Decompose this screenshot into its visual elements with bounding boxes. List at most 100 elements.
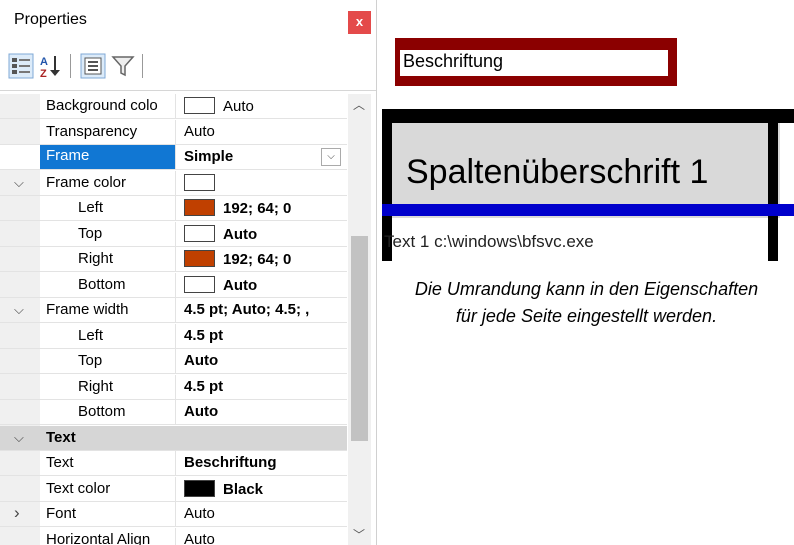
color-swatch (184, 97, 215, 114)
property-row[interactable]: Left 192; 64; 0 (0, 196, 347, 221)
property-row[interactable]: Left 4.5 pt (0, 323, 347, 349)
property-value-text: Auto (223, 276, 258, 294)
property-row[interactable]: ⌵ Frame width 4.5 pt; Auto; 4.5; , (0, 298, 347, 323)
property-value-text: Auto (184, 530, 215, 545)
column-divider (175, 170, 176, 196)
panel-titlebar: Properties x (0, 0, 376, 44)
property-pages-icon[interactable] (80, 53, 106, 79)
property-grid: Background colo Auto Transparency Auto Frame… (0, 94, 376, 545)
properties-panel: Properties x A Z Background colo Auto Tr… (0, 0, 377, 545)
column-divider (175, 476, 176, 502)
property-value[interactable]: 192; 64; 0 (184, 199, 346, 217)
caption-text: Beschriftung (403, 51, 504, 71)
toolbar-separator (70, 54, 71, 78)
property-name: Transparency (46, 122, 138, 140)
panel-toolbar: A Z (0, 44, 376, 91)
property-value-text: Auto (184, 352, 219, 369)
property-value-text: Auto (184, 122, 215, 140)
scroll-thumb[interactable] (351, 236, 368, 441)
filter-icon[interactable] (110, 53, 136, 79)
property-value-text: Auto (223, 98, 254, 115)
categorized-icon[interactable] (8, 53, 34, 79)
property-row[interactable]: Background colo Auto (0, 94, 347, 119)
column-divider (175, 527, 176, 545)
toolbar-separator (142, 54, 143, 78)
vertical-scrollbar[interactable]: ︿ ﹀ (348, 94, 371, 545)
color-swatch (184, 275, 215, 293)
property-row[interactable]: Horizontal Align Auto (0, 527, 347, 545)
property-row[interactable]: › Font Auto (0, 502, 347, 527)
property-row[interactable]: Bottom Auto (0, 272, 347, 298)
color-swatch (184, 250, 215, 267)
chevron-right-icon[interactable]: › (14, 503, 20, 523)
scroll-up-arrow-icon[interactable]: ︿ (353, 96, 365, 113)
description-line: für jede Seite eingestellt werden. (455, 306, 718, 326)
table-preview: Spaltenüberschrift 1 Text 1 c:\windows\b… (382, 109, 794, 269)
property-value[interactable]: 192; 64; 0 (184, 250, 346, 268)
property-value-text: 192; 64; 0 (223, 200, 292, 217)
frame-bottom-border (382, 204, 794, 216)
property-value[interactable]: Auto (184, 531, 346, 545)
column-divider (175, 374, 176, 400)
property-value[interactable]: Auto (184, 403, 346, 420)
property-value-text: Auto (184, 403, 219, 420)
column-divider (175, 400, 176, 425)
property-row[interactable]: Frame Simple ⌵ (0, 145, 347, 170)
property-value[interactable]: Auto (184, 352, 346, 369)
property-value-text: 4.5 pt (184, 326, 224, 344)
color-swatch (184, 173, 215, 191)
property-row[interactable]: Right 192; 64; 0 (0, 247, 347, 272)
chevron-down-icon[interactable]: ⌵ (14, 175, 24, 191)
property-row[interactable]: Text color Black (0, 476, 347, 502)
column-divider (175, 349, 176, 374)
property-value[interactable]: 4.5 pt; Auto; 4.5; , (184, 301, 346, 318)
dropdown-arrow-icon[interactable]: ⌵ (321, 148, 341, 166)
property-row[interactable]: Top Auto (0, 221, 347, 247)
chevron-down-icon[interactable]: ⌵ (14, 302, 24, 318)
close-button[interactable]: x (348, 11, 371, 34)
property-row[interactable]: ⌵ Frame color (0, 170, 347, 196)
property-name: Text color (46, 479, 111, 497)
property-name: Text (46, 454, 74, 471)
property-value[interactable]: 4.5 pt (184, 378, 346, 395)
column-divider (175, 451, 176, 476)
description-line: Die Umrandung kann in den Eigenschaften (414, 279, 759, 299)
chevron-down-icon[interactable]: ⌵ (14, 430, 24, 446)
property-row[interactable]: Top Auto (0, 349, 347, 374)
property-value[interactable]: Auto (184, 505, 346, 522)
svg-text:Z: Z (40, 68, 47, 79)
property-value[interactable] (184, 173, 346, 192)
property-row[interactable]: Bottom Auto (0, 400, 347, 425)
column-divider (175, 323, 176, 349)
frame-right-border (768, 123, 778, 261)
sort-alphabetical-icon[interactable]: A Z (38, 53, 64, 79)
property-value-text: Simple (184, 148, 234, 165)
column-divider (175, 94, 176, 119)
property-value[interactable]: Auto (184, 224, 346, 243)
column-divider (175, 502, 176, 527)
column-divider (175, 221, 176, 247)
property-value-text: Beschriftung (184, 454, 277, 471)
property-value-text: 192; 64; 0 (223, 251, 292, 268)
property-value[interactable]: Black (184, 479, 346, 498)
property-value-text: 4.5 pt (184, 377, 224, 395)
column-divider (175, 298, 176, 323)
category-row[interactable]: ⌵ Text (0, 425, 347, 451)
column-divider (175, 145, 176, 170)
property-value[interactable]: 4.5 pt (184, 327, 346, 344)
color-swatch (184, 479, 215, 497)
scroll-down-arrow-icon[interactable]: ﹀ (353, 526, 365, 543)
property-value[interactable]: Auto (184, 123, 346, 140)
column-divider (175, 247, 176, 272)
property-value-text: Auto (223, 225, 258, 243)
property-row[interactable]: Text Beschriftung (0, 451, 347, 476)
color-swatch (184, 224, 215, 242)
property-value-text: Auto (184, 505, 215, 522)
property-value[interactable]: Beschriftung (184, 454, 346, 471)
property-value[interactable]: Auto (184, 275, 346, 294)
property-row[interactable]: Transparency Auto (0, 119, 347, 145)
property-row[interactable]: Right 4.5 pt (0, 374, 347, 400)
property-value[interactable]: Auto (184, 97, 346, 115)
property-value-text: Black (223, 480, 264, 498)
property-name: Text (46, 428, 76, 446)
